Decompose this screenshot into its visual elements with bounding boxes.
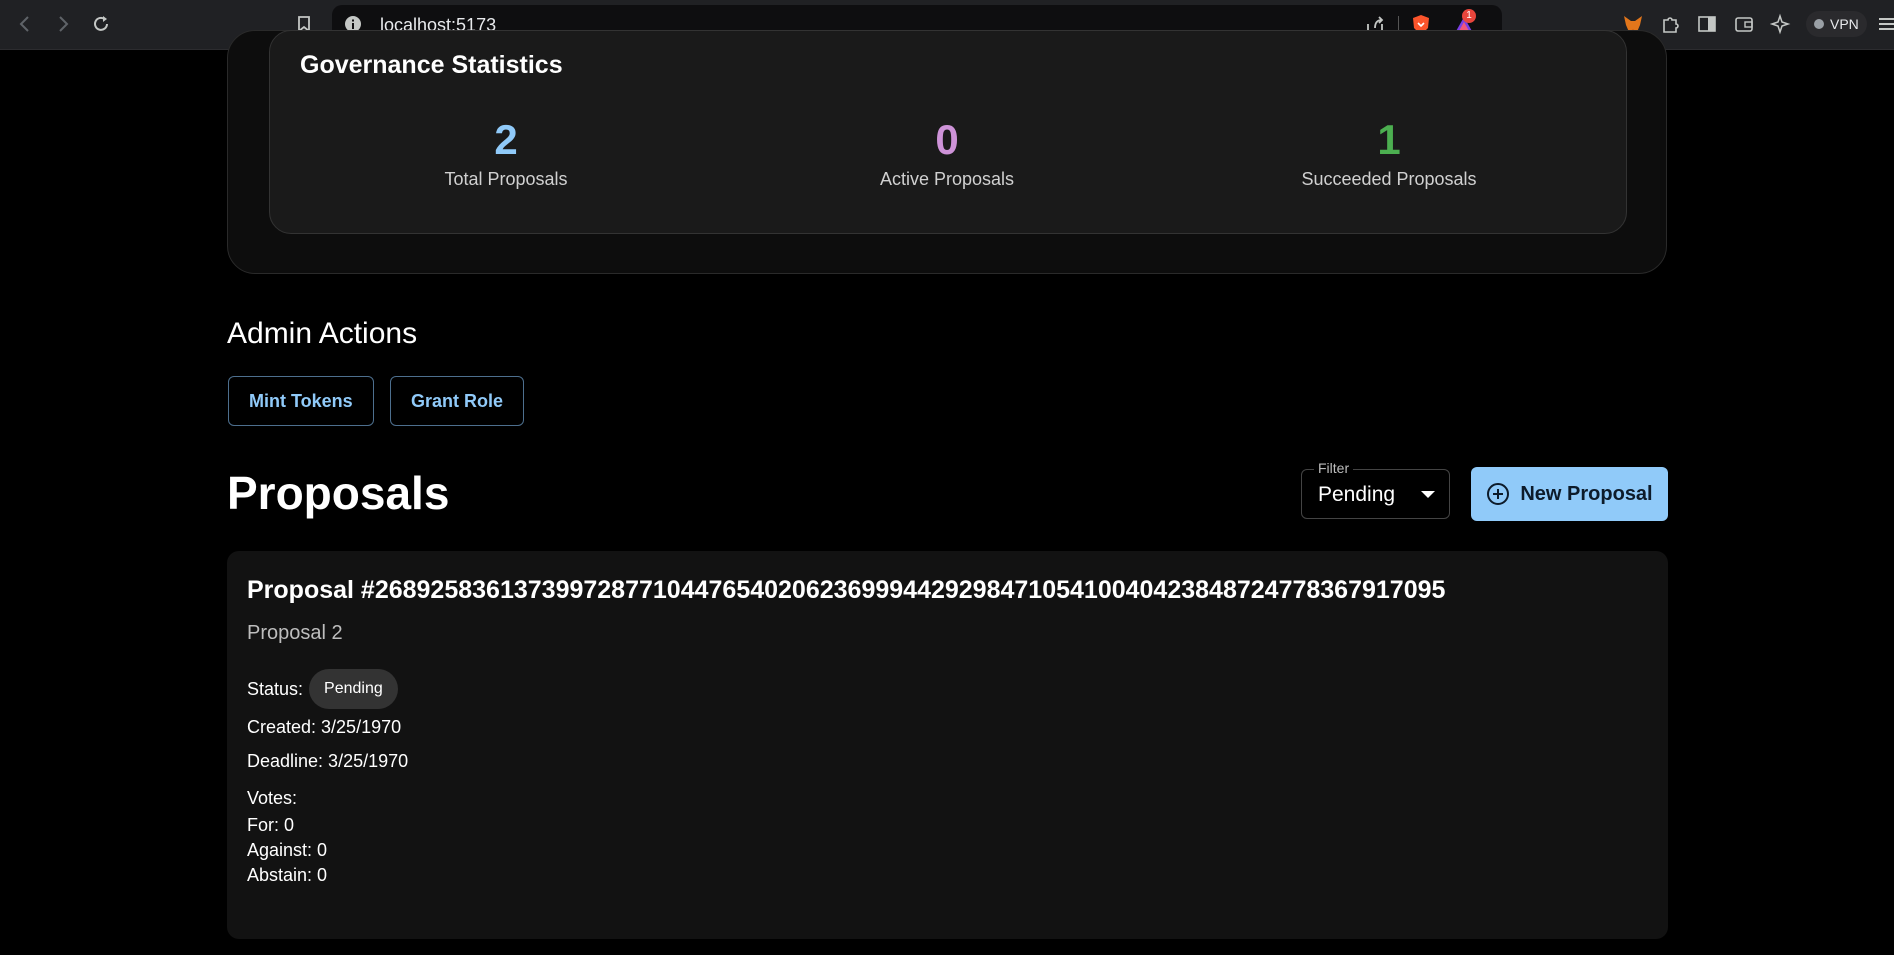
status-label: Status: [247, 678, 304, 699]
votes-label: Votes: [247, 788, 298, 808]
stat-label: Succeeded Proposals [1301, 169, 1477, 189]
filter-value: Pending [1318, 483, 1396, 506]
proposals-title: Proposals [227, 467, 450, 519]
stat-value: 2 [494, 116, 518, 163]
proposal-created: Created: 3/25/1970 [247, 717, 402, 737]
proposal-card[interactable] [227, 551, 1668, 939]
extensions-puzzle-icon[interactable] [1659, 13, 1681, 35]
stat-label: Total Proposals [444, 169, 568, 189]
filter-select[interactable]: Filter Pending [1301, 460, 1450, 519]
reload-icon[interactable] [86, 10, 116, 38]
back-icon[interactable] [10, 10, 40, 38]
stat-label: Active Proposals [879, 169, 1015, 189]
new-proposal-button[interactable]: New Proposal [1471, 467, 1668, 521]
votes-abstain: Abstain: 0 [247, 865, 328, 885]
forward-icon[interactable] [48, 10, 78, 38]
stat-total-proposals: 2 Total Proposals [356, 115, 656, 190]
new-proposal-label: New Proposal [1520, 482, 1653, 505]
vpn-button[interactable]: VPN [1806, 11, 1867, 37]
notification-badge: 1 [1462, 9, 1476, 23]
add-circle-icon [1487, 483, 1510, 505]
proposal-deadline: Deadline: 3/25/1970 [247, 751, 409, 771]
vpn-status-icon [1814, 19, 1824, 29]
votes-against: Against: 0 [247, 840, 328, 860]
stat-value: 1 [1377, 116, 1401, 163]
leo-ai-icon[interactable] [1770, 13, 1792, 35]
proposal-title: Proposal #268925836137399728771044765402… [247, 576, 1446, 604]
menu-icon[interactable] [1876, 13, 1894, 35]
stat-succeeded-proposals: 1 Succeeded Proposals [1239, 115, 1539, 190]
sidebar-toggle-icon[interactable] [1696, 13, 1718, 35]
status-badge: Pending [309, 669, 398, 709]
filter-label: Filter [1314, 460, 1354, 476]
vpn-label: VPN [1830, 16, 1859, 32]
mint-tokens-button[interactable]: Mint Tokens [228, 376, 374, 426]
grant-role-button[interactable]: Grant Role [390, 376, 525, 426]
chevron-down-icon [1421, 491, 1435, 498]
stats-title: Governance Statistics [300, 51, 563, 79]
stat-value: 0 [935, 116, 959, 163]
admin-actions-title: Admin Actions [227, 317, 418, 350]
wallet-icon[interactable] [1733, 13, 1755, 35]
votes-for: For: 0 [247, 815, 295, 835]
proposal-description: Proposal 2 [247, 622, 343, 644]
proposal-status-row: Status: Pending [247, 669, 398, 709]
stat-active-proposals: 0 Active Proposals [797, 115, 1097, 190]
